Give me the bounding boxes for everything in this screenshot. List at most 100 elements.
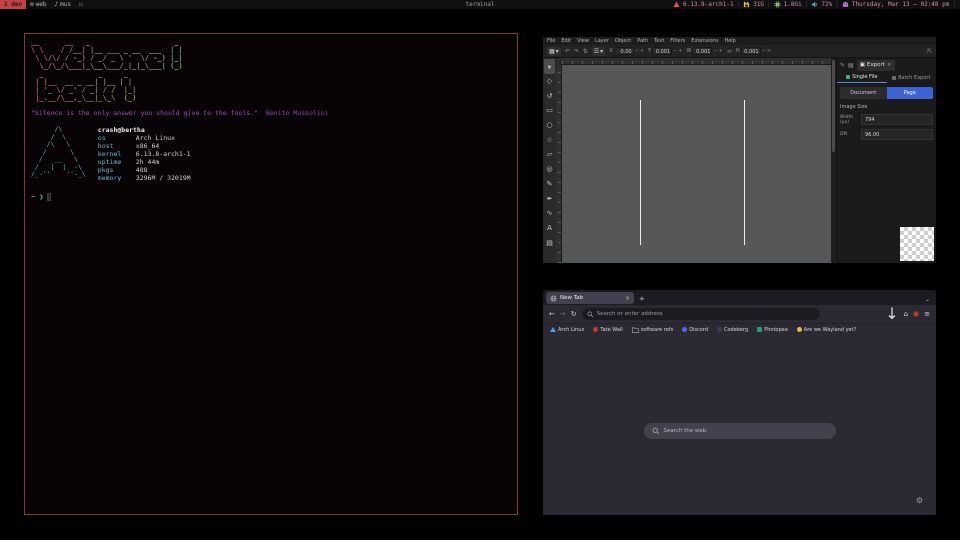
arch-bookmark-icon [550,327,556,332]
export-preview-checkerboard [900,227,934,261]
fetch-row-uptime: uptime2h 44m [98,158,191,166]
bookmark-arch-linux[interactable]: Arch Linux [550,327,584,333]
node-icon: ◇ [547,77,552,85]
address-bar[interactable]: Search or enter address [582,308,820,320]
inkscape-window: File Edit View Layer Object Path Text Fi… [543,37,936,263]
fetch-user-host: crash@bertha [98,126,191,134]
bookmarks-bar: Arch Linux Tate Wall software refs Disco… [543,323,936,335]
horizontal-ruler [562,58,831,65]
active-tab[interactable]: New Tab × [546,292,634,304]
bookmark-wayland[interactable]: Are we Wayland yet? [797,327,856,333]
menu-text[interactable]: Text [654,38,664,44]
bookmark-codeberg[interactable]: Codeberg [717,327,748,333]
lock-ratio-icon[interactable]: ∞ [727,48,732,55]
rectangle-tool[interactable]: ▭ [544,103,555,118]
back-button[interactable]: ← [549,310,555,318]
workspace-empty[interactable]: ☐ [75,0,87,9]
address-placeholder: Search or enter address [597,311,663,317]
export-document-button[interactable]: Document [840,87,887,99]
volume-status: 72% [821,1,832,8]
selector-tool[interactable]: ➤ [544,59,555,74]
menu-help[interactable]: Help [724,38,735,44]
menu-edit[interactable]: Edit [561,38,571,44]
box-3d-tool[interactable]: ▱ [544,147,555,162]
folder-icon [632,327,639,333]
calligraphy-tool[interactable]: ∿ [544,206,555,221]
align-dropdown[interactable]: ☰▾ [592,47,605,56]
pen-tool[interactable]: ✒ [544,191,555,206]
terminal-window[interactable]: __ __ _ _ \ \ / /__| |__ ___ _ __ ___ | … [24,33,518,515]
extension-icon[interactable] [913,311,919,317]
tab-single-file[interactable]: Single File [837,72,887,83]
empty-square-icon: ☐ [79,0,83,9]
menu-path[interactable]: Path [637,38,648,44]
welcome-back-ascii-banner: __ __ _ _ \ \ / /__| |__ ___ _ __ ___ | … [31,38,511,102]
tab-close-icon[interactable]: × [625,295,630,302]
personalize-gear-icon[interactable]: ⚙ [916,496,923,505]
bookmark-discord[interactable]: Discord [682,327,708,333]
shape-builder-icon: ↺ [547,92,553,100]
export-dock-tab[interactable]: ▣ Export × [857,60,895,71]
menu-button[interactable]: ≡ [924,310,930,318]
y-spinbox[interactable]: Y0.001−+ [648,47,682,55]
swatches-dock-icon[interactable]: ▤ [848,62,854,69]
w-spinbox[interactable]: W0.001−+ [687,47,723,55]
home-button[interactable]: ⌂ [904,310,908,318]
menu-layer[interactable]: Layer [595,38,609,44]
width-input[interactable]: 794 [861,114,933,125]
text-tool-icon: A [547,224,552,232]
spiral-tool[interactable]: ◎ [544,162,555,177]
shape-builder-tool[interactable]: ↺ [544,88,555,103]
node-editor-tool[interactable]: ◇ [544,74,555,89]
menu-extensions[interactable]: Extensions [691,38,718,44]
dpi-input[interactable]: 96.00 [861,129,933,140]
snap-controls-icon[interactable]: ⇱ [927,48,932,55]
close-icon[interactable]: × [887,62,892,68]
web-search-placeholder: Search the web [664,428,707,434]
gradient-tool[interactable]: ▤ [544,235,555,250]
pencil-tool[interactable]: ✎ [544,177,555,192]
rotate-cw-icon[interactable]: ↷ [574,48,579,55]
pencil-dock-icon[interactable]: ✎ [840,62,845,69]
workspace-web[interactable]: ⚙ web [26,0,50,9]
ghost-icon [842,1,849,8]
h-spinbox[interactable]: H0.001−+ [736,47,771,55]
list-tabs-chevron-icon[interactable]: ⌄ [925,296,930,303]
menu-filters[interactable]: Filters [670,38,685,44]
menu-view[interactable]: View [577,38,589,44]
ellipse-tool[interactable]: ○ [544,118,555,133]
inkscape-canvas[interactable] [562,65,831,263]
wayland-icon [797,327,802,332]
shell-prompt[interactable]: ~ ❯ [31,193,511,201]
x-spinbox[interactable]: X0.00−+ [609,47,644,55]
tab-batch-export[interactable]: Batch Export [887,72,937,83]
scrollbar-thumb[interactable] [832,60,835,152]
star-tool[interactable]: ☆ [544,132,555,147]
selector-arrow-icon: ➤ [545,62,554,71]
export-area-buttons: Document Page [840,87,933,99]
rotate-ccw-icon[interactable]: ↶ [565,48,570,55]
image-size-label: Image Size [840,104,933,110]
export-mode-tabs: Single File Batch Export [837,72,936,84]
workspace-dev[interactable]: 1 dev [0,0,26,9]
downloads-button[interactable]: ↓ [885,311,898,318]
bookmark-tate-wall[interactable]: Tate Wall [593,327,622,333]
memory-chip-icon [774,1,781,8]
menu-file[interactable]: File [547,38,555,44]
bookmark-folder-software-refs[interactable]: software refs [632,327,673,333]
new-tab-button[interactable]: + [639,295,645,303]
web-search-bar[interactable]: Search the web [644,423,836,439]
menu-object[interactable]: Object [615,38,631,44]
photopea-icon [757,327,762,332]
gradient-icon: ▤ [546,239,553,247]
bookmark-photopea[interactable]: Photopea [757,327,788,333]
selection-mode-dropdown[interactable]: ▦▾ [547,47,561,56]
reload-button[interactable]: ↻ [571,310,577,318]
text-tool[interactable]: A [544,221,555,236]
grid-icon: ▦ [549,48,555,55]
raise-lower-icon[interactable]: ⇅ [583,48,588,55]
export-page-button[interactable]: Page [887,87,934,99]
prompt-path: ~ [31,193,35,201]
forward-button[interactable]: → [560,310,566,318]
workspace-mus[interactable]: ♪ mus [51,0,75,9]
